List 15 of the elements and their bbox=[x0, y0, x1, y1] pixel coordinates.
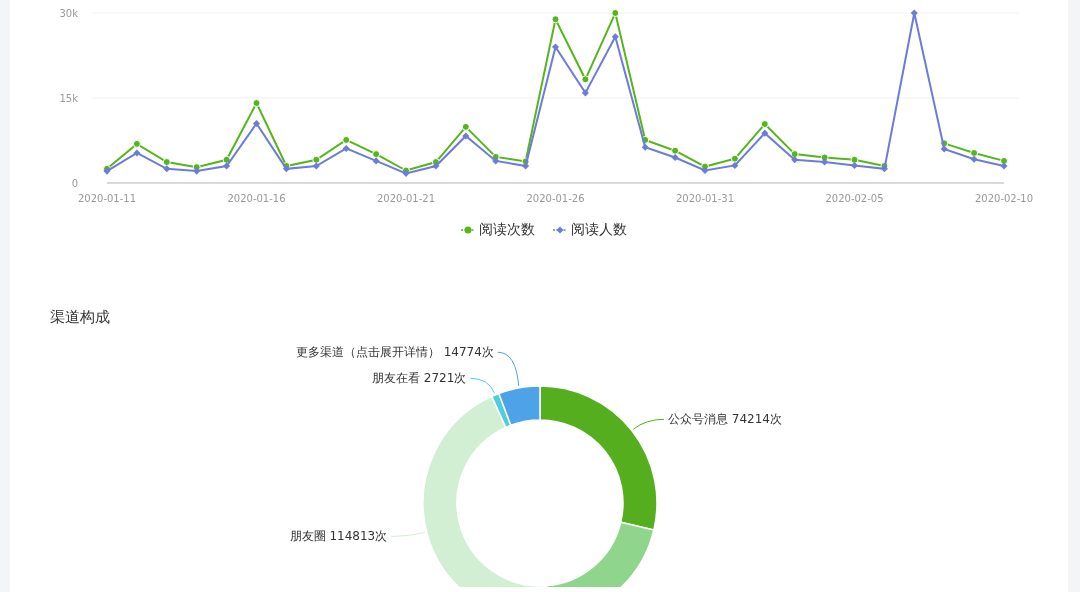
axis-label: 2020-01-26 bbox=[526, 193, 585, 204]
axis-label: 2020-01-31 bbox=[675, 193, 735, 204]
slice-label: 更多渠道（点击展开详情） 14774次 bbox=[295, 345, 494, 360]
axis-label: 30k bbox=[59, 8, 78, 19]
slice-label: 朋友在看 2721次 bbox=[372, 371, 467, 386]
axis-label: 2020-01-11 bbox=[77, 193, 137, 204]
axis-label: 15k bbox=[59, 93, 78, 104]
axis-label: 2020-01-21 bbox=[376, 193, 436, 204]
axis-label: 2020-02-05 bbox=[825, 193, 884, 204]
axis-label: 2020-02-10 bbox=[974, 193, 1034, 204]
slice-label: 公众号消息 74214次 bbox=[667, 412, 782, 427]
axis-label: 2020-01-16 bbox=[227, 193, 286, 204]
axis-label: 0 bbox=[71, 178, 78, 189]
slice-label: 朋友圈 114813次 bbox=[289, 529, 388, 544]
section-title: 渠道构成 bbox=[50, 307, 111, 327]
